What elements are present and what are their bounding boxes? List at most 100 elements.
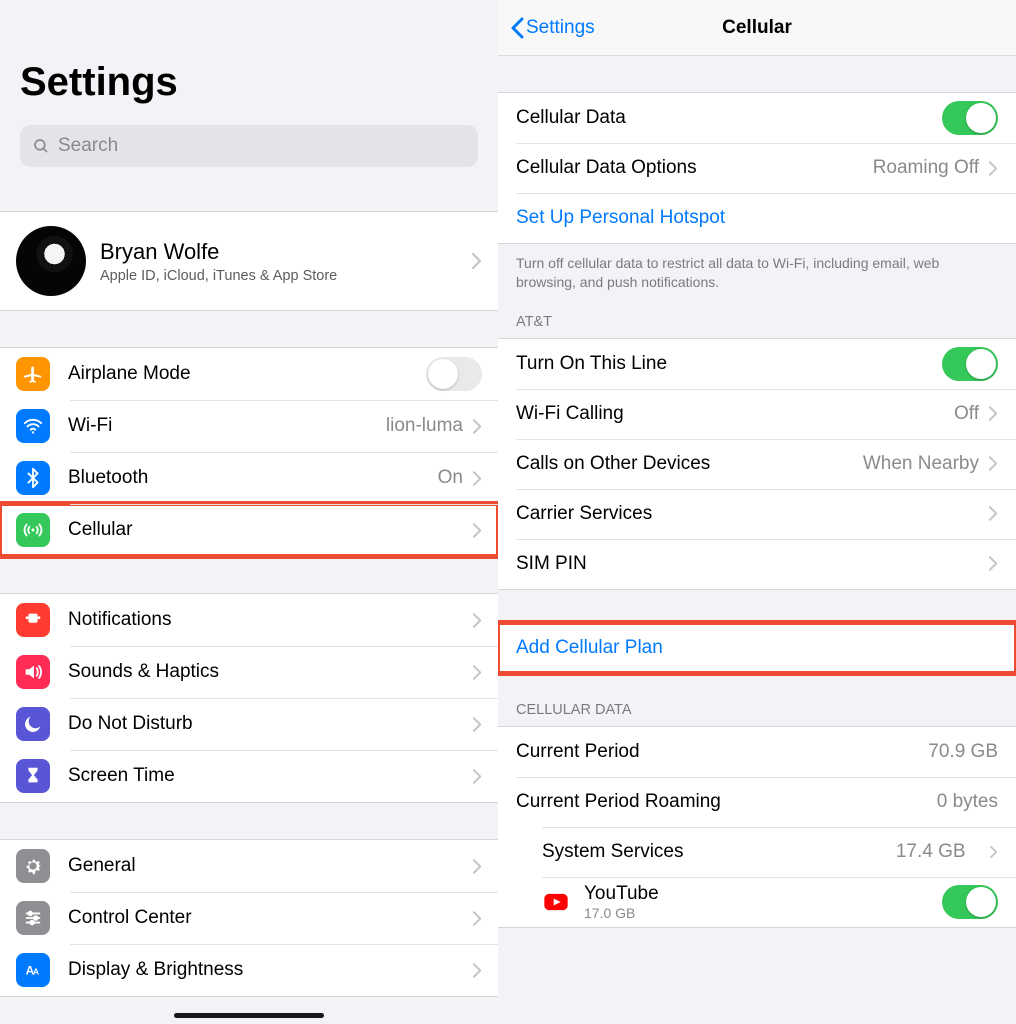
cellular-row[interactable]: Cellular [0,504,498,556]
airplane-icon [16,357,50,391]
sliders-icon [16,901,50,935]
chevron-right-icon [989,456,998,471]
back-button[interactable]: Settings [510,17,595,39]
turn-on-line-switch[interactable] [942,347,998,381]
cellular-label: Cellular [68,519,132,541]
chevron-right-icon [989,556,998,571]
other-calls-value: When Nearby [863,453,979,475]
wifi-calling-value: Off [954,403,979,425]
chevron-right-icon [473,665,482,680]
moon-icon [16,707,50,741]
cur-roaming-row: Current Period Roaming 0 bytes [498,777,1016,827]
carrier-svc-row[interactable]: Carrier Services [498,489,1016,539]
chevron-right-icon [473,769,482,784]
turn-on-line-label: Turn On This Line [516,353,667,375]
youtube-sub: 17.0 GB [584,905,659,921]
dnd-label: Do Not Disturb [68,713,193,735]
cellular-note: Turn off cellular data to restrict all d… [498,244,1016,298]
sys-svc-row[interactable]: System Services17.4 GB [498,827,1016,877]
bluetooth-value: On [438,467,463,489]
chevron-right-icon [473,717,482,732]
chevron-right-icon [473,911,482,926]
chevron-left-icon [510,17,524,39]
chevron-right-icon [472,253,482,269]
search-input[interactable]: Search [20,125,478,167]
chevron-right-icon [473,471,482,486]
airplane-label: Airplane Mode [68,363,191,385]
chevron-right-icon [989,506,998,521]
notifications-row[interactable]: Notifications [0,594,498,646]
bluetooth-icon [16,461,50,495]
back-label: Settings [526,17,595,39]
home-indicator [174,1013,324,1018]
page-title: Settings [20,60,478,105]
wifi-value: lion-luma [386,415,463,437]
cur-period-row: Current Period70.9 GB [498,727,1016,777]
cell-options-value: Roaming Off [873,157,979,179]
hourglass-icon [16,759,50,793]
cur-roaming-label: Current Period Roaming [516,791,721,813]
add-plan-group: Add Cellular Plan [498,622,1016,674]
wifi-label: Wi-Fi [68,415,112,437]
sys-svc-label: System Services [542,841,683,863]
search-placeholder: Search [58,135,118,157]
screentime-label: Screen Time [68,765,175,787]
gear-icon [16,849,50,883]
bell-icon [16,603,50,637]
notifications-label: Notifications [68,609,172,631]
cell-options-row[interactable]: Cellular Data Options Roaming Off [498,143,1016,193]
account-group: Bryan Wolfe Apple ID, iCloud, iTunes & A… [0,211,498,311]
youtube-icon [542,888,570,916]
cur-roaming-value: 0 bytes [937,791,998,813]
youtube-switch[interactable] [942,885,998,919]
other-calls-label: Calls on Other Devices [516,453,710,475]
notifications-group: Notifications Sounds & Haptics Do Not Di… [0,593,498,803]
airplane-switch[interactable] [426,357,482,391]
bluetooth-label: Bluetooth [68,467,148,489]
chevron-right-icon [989,406,998,421]
section-att: AT&T [498,298,1016,338]
cell-data-row[interactable]: Cellular Data [498,93,1016,143]
bluetooth-row[interactable]: Bluetooth On [0,452,498,504]
screentime-row[interactable]: Screen Time [0,750,498,802]
general-group: General Control Center AA Display & Brig… [0,839,498,997]
sounds-row[interactable]: Sounds & Haptics [0,646,498,698]
dnd-row[interactable]: Do Not Disturb [0,698,498,750]
control-label: Control Center [68,907,192,929]
svg-text:A: A [33,968,39,977]
settings-pane: Settings Search Bryan Wolfe Apple ID, iC… [0,0,498,1024]
search-icon [32,137,50,155]
general-row[interactable]: General [0,840,498,892]
cellular-data-group: Cellular Data Cellular Data Options Roamin… [498,92,1016,244]
att-group: Turn On This LineWi-Fi CallingOffCalls o… [498,338,1016,590]
chevron-right-icon [473,859,482,874]
youtube-row[interactable]: YouTube 17.0 GB [498,877,1016,927]
connectivity-group: Airplane Mode Wi-Fi lion-luma Bluetooth … [0,347,498,557]
other-calls-row[interactable]: Calls on Other Devices When Nearby [498,439,1016,489]
cell-data-switch[interactable] [942,101,998,135]
settings-header: Settings [0,0,498,115]
hotspot-label: Set Up Personal Hotspot [516,207,725,229]
account-row[interactable]: Bryan Wolfe Apple ID, iCloud, iTunes & A… [0,212,498,310]
sim-pin-row[interactable]: SIM PIN [498,539,1016,589]
sound-icon [16,655,50,689]
nav-bar: Settings Cellular [498,0,1016,56]
carrier-svc-label: Carrier Services [516,503,652,525]
control-row[interactable]: Control Center [0,892,498,944]
cell-options-label: Cellular Data Options [516,157,697,179]
wifi-icon [16,409,50,443]
add-plan-row[interactable]: Add Cellular Plan [498,623,1016,673]
wifi-row[interactable]: Wi-Fi lion-luma [0,400,498,452]
display-row[interactable]: AA Display & Brightness [0,944,498,996]
sounds-label: Sounds & Haptics [68,661,219,683]
aa-icon: AA [16,953,50,987]
display-label: Display & Brightness [68,959,243,981]
cellular-pane: Settings Cellular Cellular DataCellular … [498,0,1016,1024]
chevron-right-icon [473,523,482,538]
wifi-calling-row[interactable]: Wi-Fi CallingOff [498,389,1016,439]
general-label: General [68,855,136,877]
airplane-row[interactable]: Airplane Mode [0,348,498,400]
turn-on-line-row[interactable]: Turn On This Line [498,339,1016,389]
hotspot-row[interactable]: Set Up Personal Hotspot [498,193,1016,243]
cell-icon [16,513,50,547]
